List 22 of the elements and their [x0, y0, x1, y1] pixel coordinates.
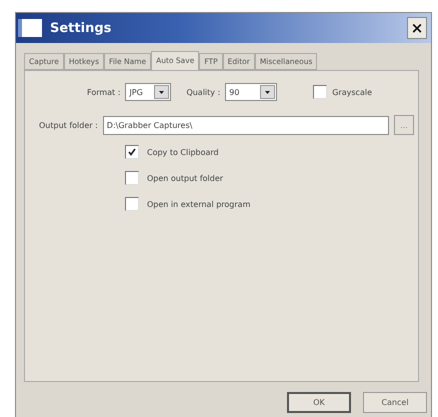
- format-dropdown[interactable]: JPG: [125, 83, 172, 101]
- ok-button[interactable]: OK: [287, 392, 351, 413]
- option-label: Copy to Clipboard: [147, 148, 219, 156]
- quality-dropdown[interactable]: 90: [225, 83, 278, 101]
- format-label: Format :: [87, 88, 120, 96]
- checkbox[interactable]: [125, 197, 139, 211]
- window-title: Settings: [50, 20, 112, 36]
- output-folder-label: Output folder :: [39, 120, 98, 130]
- checkbox[interactable]: [125, 171, 139, 185]
- caret-icon: [260, 85, 276, 99]
- option-label: Open output folder: [147, 174, 224, 182]
- caret-icon: [154, 85, 170, 99]
- window-icon: [18, 19, 42, 37]
- quality-label: Quality :: [186, 88, 220, 96]
- grayscale-label: Grayscale: [332, 88, 372, 96]
- close-button[interactable]: ×: [407, 17, 427, 39]
- output-folder-field[interactable]: D:\Grabber Captures\: [102, 116, 389, 134]
- cancel-button[interactable]: Cancel: [363, 392, 427, 413]
- checkbox[interactable]: [125, 145, 139, 159]
- checkbox[interactable]: [313, 85, 328, 99]
- check-icon: [128, 148, 136, 156]
- option-label: Open in external program: [147, 200, 250, 208]
